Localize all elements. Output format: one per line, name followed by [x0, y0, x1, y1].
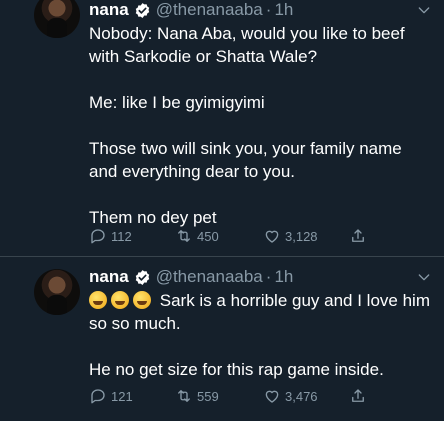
- rolling-on-floor-laughing-emoji-icon: [111, 291, 129, 309]
- tweet-text: Nobody: Nana Aba, would you like to beef…: [89, 22, 432, 229]
- tweet-paragraph: Me: like I be gyimigyimi: [89, 93, 265, 112]
- timestamp[interactable]: 1h: [274, 0, 293, 20]
- tweet-paragraph: Those two will sink you, your family nam…: [89, 139, 402, 181]
- tweet-actions: 121 559 3,476: [89, 386, 379, 406]
- separator-dot: ·: [265, 267, 272, 286]
- avatar[interactable]: [34, 0, 80, 38]
- avatar[interactable]: [34, 269, 80, 315]
- share-icon: [352, 229, 364, 242]
- timestamp[interactable]: 1h: [274, 267, 293, 287]
- share-button[interactable]: [349, 226, 379, 246]
- like-button[interactable]: 3,128: [263, 226, 349, 246]
- reply-button[interactable]: 112: [89, 226, 175, 246]
- tweet-header: nana @thenanaaba · 1h: [89, 267, 432, 287]
- like-button[interactable]: 3,476: [263, 386, 349, 406]
- share-icon: [352, 389, 364, 402]
- verified-badge-icon: [135, 269, 149, 285]
- retweet-icon: [178, 390, 190, 402]
- like-count: 3,128: [285, 228, 318, 244]
- reply-icon: [91, 389, 105, 404]
- tweet-content: nana @thenanaaba · 1h Nobody: Nana Aba, …: [89, 0, 432, 229]
- reply-count: 112: [111, 228, 132, 244]
- retweet-count: 450: [197, 228, 219, 244]
- tweet-paragraph: He no get size for this rap game inside.: [89, 360, 384, 379]
- separator-dot: ·: [265, 0, 272, 19]
- retweet-count: 559: [197, 388, 219, 404]
- chevron-down-icon[interactable]: [416, 269, 432, 285]
- retweet-button[interactable]: 559: [175, 386, 263, 406]
- reply-count: 121: [111, 388, 133, 404]
- author-name[interactable]: nana: [89, 267, 129, 287]
- tweet-card[interactable]: nana @thenanaaba · 1h Sark is a horrible…: [0, 256, 444, 421]
- tweet-card[interactable]: nana @thenanaaba · 1h Nobody: Nana Aba, …: [0, 0, 444, 256]
- reply-button[interactable]: 121: [89, 386, 175, 406]
- author-name[interactable]: nana: [89, 0, 129, 20]
- retweet-icon: [178, 230, 190, 242]
- tweet-content: nana @thenanaaba · 1h Sark is a horrible…: [89, 267, 432, 381]
- author-handle[interactable]: @thenanaaba: [156, 0, 263, 20]
- heart-icon: [265, 230, 279, 243]
- reply-icon: [91, 229, 105, 244]
- tweet-text: Sark is a horrible guy and I love him so…: [89, 289, 432, 381]
- tweet-paragraph: Nobody: Nana Aba, would you like to beef…: [89, 24, 405, 66]
- rolling-on-floor-laughing-emoji-icon: [89, 291, 107, 309]
- verified-badge-icon: [135, 2, 149, 18]
- chevron-down-icon[interactable]: [416, 2, 432, 18]
- tweet-paragraph: Sark is a horrible guy and I love him so…: [89, 289, 432, 335]
- tweet-actions: 112 450 3,128: [89, 226, 379, 246]
- rolling-on-floor-laughing-emoji-icon: [133, 291, 151, 309]
- share-button[interactable]: [349, 386, 379, 406]
- heart-icon: [265, 390, 279, 403]
- retweet-button[interactable]: 450: [175, 226, 263, 246]
- like-count: 3,476: [285, 388, 318, 404]
- author-handle[interactable]: @thenanaaba: [156, 267, 263, 287]
- tweet-header: nana @thenanaaba · 1h: [89, 0, 432, 20]
